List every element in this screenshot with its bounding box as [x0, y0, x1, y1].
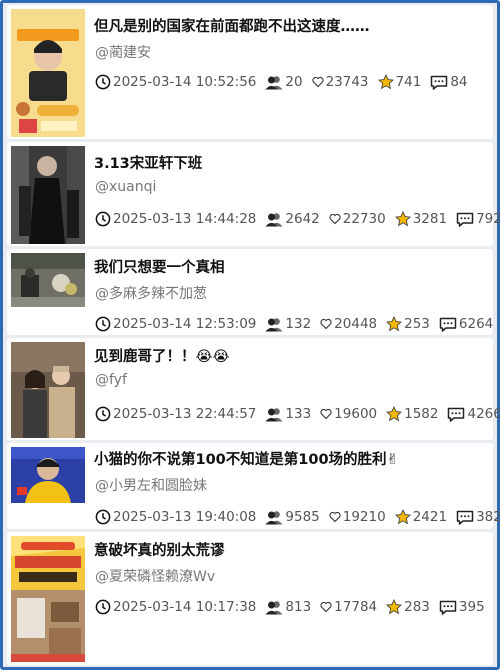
thumbnail-image — [11, 9, 85, 137]
clock-icon — [95, 316, 111, 332]
post-thumbnail[interactable] — [11, 536, 85, 662]
star-icon[interactable] — [386, 316, 403, 332]
post-thumbnail[interactable] — [11, 342, 85, 438]
post-meta: 2025-03-13 14:44:28 2642 22730 3281 792 — [95, 211, 500, 227]
heart-icon[interactable] — [320, 318, 332, 330]
post-star-count: 253 — [404, 316, 430, 332]
heart-icon[interactable] — [329, 511, 341, 523]
post-thumbnail[interactable] — [11, 253, 85, 307]
post-card[interactable]: 3.13宋亚轩下班 @xuanqi 2025-03-13 14:44:28 26… — [7, 142, 500, 246]
post-user-count: 813 — [285, 599, 312, 615]
post-meta: 2025-03-13 19:40:08 9585 19210 2421 382 — [95, 509, 500, 525]
heart-icon[interactable] — [320, 408, 332, 420]
post-star-count: 283 — [404, 599, 430, 615]
comment-icon[interactable] — [456, 212, 474, 227]
users-icon — [265, 75, 283, 90]
thumbnail-image — [11, 146, 85, 244]
post-title[interactable]: 3.13宋亚轩下班 — [94, 152, 487, 173]
star-icon[interactable] — [394, 509, 411, 525]
star-icon[interactable] — [377, 74, 394, 90]
users-icon — [265, 212, 283, 227]
post-time: 2025-03-14 10:17:38 — [113, 599, 257, 615]
post-feed: 但凡是别的国家在前面都跑不出这速度…… @蔺建安 2025-03-14 10:5… — [5, 3, 500, 667]
post-time: 2025-03-14 12:53:09 — [113, 316, 257, 332]
post-thumbnail[interactable] — [11, 447, 85, 503]
post-star-count: 2421 — [412, 509, 448, 525]
thumbnail-image — [11, 447, 85, 503]
post-card[interactable]: 意破坏真的别太荒谬 @夏荣磷怪赖潦Wv 2025-03-14 10:17:38 … — [7, 532, 493, 665]
post-like-count: 23743 — [325, 74, 369, 90]
post-comment-count: 792 — [476, 211, 500, 227]
thumbnail-image — [11, 536, 85, 662]
users-icon — [265, 317, 283, 332]
post-title[interactable]: 我们只想要一个真相 — [94, 256, 487, 277]
post-time: 2025-03-13 19:40:08 — [113, 509, 257, 525]
post-card[interactable]: 我们只想要一个真相 @多麻多辣不加葱 2025-03-14 12:53:09 1… — [7, 249, 493, 335]
post-comment-count: 84 — [450, 74, 468, 90]
post-comment-count: 382 — [476, 509, 500, 525]
comment-icon[interactable] — [439, 317, 457, 332]
post-meta: 2025-03-14 10:52:56 20 23743 741 84 — [95, 74, 489, 90]
post-meta: 2025-03-13 22:44:57 133 19600 1582 4266 — [95, 406, 500, 422]
post-like-count: 17784 — [334, 599, 378, 615]
post-card[interactable]: 但凡是别的国家在前面都跑不出这速度…… @蔺建安 2025-03-14 10:5… — [7, 5, 493, 139]
post-user-count: 133 — [285, 406, 312, 422]
comment-icon[interactable] — [439, 600, 457, 615]
post-card[interactable]: 见到鹿哥了！！😭😭 @fyf 2025-03-13 22:44:57 133 1… — [7, 338, 500, 440]
clock-icon — [95, 509, 111, 525]
post-star-count: 1582 — [404, 406, 439, 422]
post-star-count: 3281 — [412, 211, 448, 227]
post-author[interactable]: @小男左和圆脸妹 — [95, 475, 207, 495]
heart-icon[interactable] — [312, 76, 324, 88]
clock-icon — [95, 211, 111, 227]
post-comment-count: 395 — [458, 599, 485, 615]
post-time: 2025-03-14 10:52:56 — [113, 74, 257, 90]
post-like-count: 19210 — [342, 509, 386, 525]
post-title[interactable]: 但凡是别的国家在前面都跑不出这速度…… — [94, 15, 487, 36]
star-icon[interactable] — [386, 406, 403, 422]
star-icon[interactable] — [394, 211, 411, 227]
clock-icon — [95, 74, 111, 90]
clock-icon — [95, 406, 111, 422]
post-thumbnail[interactable] — [11, 146, 85, 244]
post-author[interactable]: @蔺建安 — [95, 42, 151, 62]
heart-icon[interactable] — [320, 601, 332, 613]
post-title[interactable]: 见到鹿哥了！！😭😭 — [94, 345, 487, 366]
post-comment-count: 4266 — [467, 406, 500, 422]
post-title[interactable]: 小猫的你不说第100不知道是第100场的胜利✌ — [94, 448, 487, 469]
heart-icon[interactable] — [329, 213, 341, 225]
post-like-count: 19600 — [334, 406, 378, 422]
post-user-count: 9585 — [285, 509, 320, 525]
post-time: 2025-03-13 22:44:57 — [113, 406, 257, 422]
comment-icon[interactable] — [430, 75, 448, 90]
post-card[interactable]: 小猫的你不说第100不知道是第100场的胜利✌ @小男左和圆脸妹 2025-03… — [7, 443, 500, 529]
star-icon[interactable] — [386, 599, 403, 615]
users-icon — [265, 600, 283, 615]
thumbnail-image — [11, 342, 85, 438]
clock-icon — [95, 599, 111, 615]
post-like-count: 20448 — [334, 316, 378, 332]
app-frame: 但凡是别的国家在前面都跑不出这速度…… @蔺建安 2025-03-14 10:5… — [0, 0, 500, 670]
post-comment-count: 6264 — [458, 316, 494, 332]
post-meta: 2025-03-14 12:53:09 132 20448 253 6264 — [95, 316, 493, 332]
post-thumbnail[interactable] — [11, 9, 85, 137]
post-like-count: 22730 — [342, 211, 386, 227]
post-author[interactable]: @xuanqi — [95, 179, 156, 195]
users-icon — [265, 407, 283, 422]
post-user-count: 2642 — [285, 211, 320, 227]
thumbnail-image — [11, 253, 85, 307]
post-author[interactable]: @夏荣磷怪赖潦Wv — [95, 566, 215, 586]
comment-icon[interactable] — [447, 407, 465, 422]
users-icon — [265, 510, 283, 525]
comment-icon[interactable] — [456, 510, 474, 525]
post-author[interactable]: @fyf — [95, 372, 127, 388]
post-user-count: 20 — [285, 74, 303, 90]
post-meta: 2025-03-14 10:17:38 813 17784 283 395 — [95, 599, 489, 615]
post-star-count: 741 — [395, 74, 422, 90]
post-time: 2025-03-13 14:44:28 — [113, 211, 257, 227]
post-user-count: 132 — [285, 316, 312, 332]
post-author[interactable]: @多麻多辣不加葱 — [95, 283, 207, 303]
post-title[interactable]: 意破坏真的别太荒谬 — [94, 539, 487, 560]
